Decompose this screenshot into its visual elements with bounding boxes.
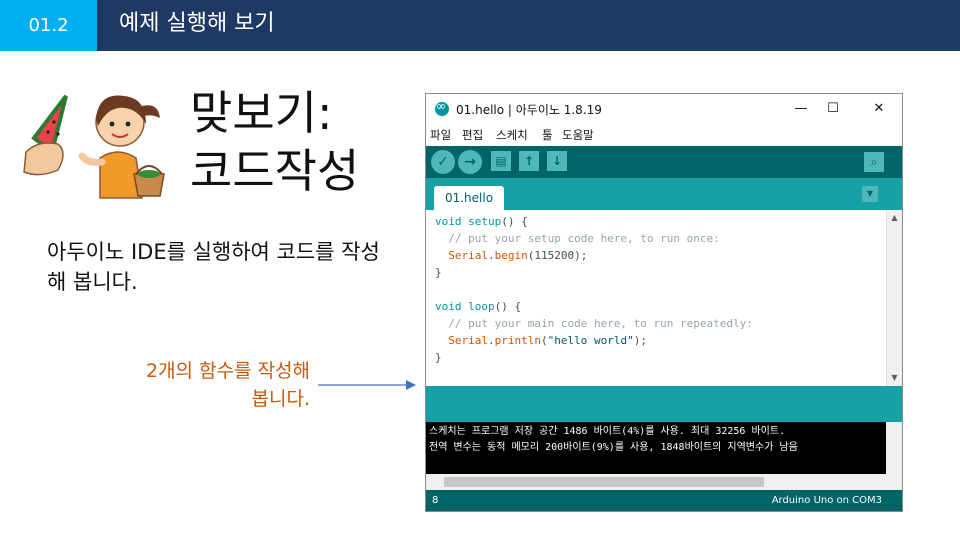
tab-bar: 01.hello ▼ [426, 178, 902, 210]
upload-icon[interactable]: → [458, 150, 482, 174]
girl-watermelon-illustration [23, 94, 165, 199]
console-line: 스케치는 프로그램 저장 공간 1486 바이트(4%)를 사용. 최대 322… [429, 426, 786, 437]
title-bar: 01.hello | 아두이노 1.8.19 — ☐ ✕ [426, 94, 902, 124]
close-button[interactable]: ✕ [864, 98, 894, 120]
code-token: ); [633, 334, 647, 347]
arduino-ide-window: 01.hello | 아두이노 1.8.19 — ☐ ✕ 파일 편집 스케치 툴… [425, 93, 903, 512]
console-horizontal-scrollbar[interactable] [426, 474, 902, 490]
editor-scrollbar[interactable]: ▲ ▼ [886, 210, 902, 386]
minimize-button[interactable]: — [786, 98, 816, 120]
code-token: setup [468, 215, 502, 228]
note-text: 2개의 함수를 작성해 봅니다. [145, 360, 310, 410]
code-token: Serial [448, 249, 488, 262]
line-number: 8 [432, 495, 439, 506]
code-token: } [435, 351, 442, 364]
code-token: void [435, 215, 462, 228]
new-icon[interactable]: ▤ [491, 151, 511, 171]
code-editor[interactable]: void setup() { // put your setup code he… [426, 210, 902, 386]
status-bar: 8 Arduino Uno on COM3 [426, 490, 902, 511]
big-title: 맞보기: 코드작성 [190, 86, 360, 198]
code-comment: // put your main code here, to run repea… [435, 317, 753, 330]
menu-help[interactable]: 도움말 [562, 127, 594, 143]
window-title: 01.hello | 아두이노 1.8.19 [456, 103, 602, 117]
console-line: 전역 변수는 동적 메모리 200바이트(9%)를 사용, 1848바이트의 지… [429, 442, 798, 453]
menu-bar: 파일 편집 스케치 툴 도움말 [426, 124, 902, 146]
code-token: ( [540, 334, 548, 347]
console-output: 스케치는 프로그램 저장 공간 1486 바이트(4%)를 사용. 최대 322… [426, 422, 902, 474]
code-token: loop [468, 300, 495, 313]
slide-title: 예제 실행해 보기 [119, 11, 275, 36]
message-area [426, 386, 902, 422]
menu-tools[interactable]: 툴 [542, 127, 553, 143]
code-text: void setup() { // put your setup code he… [435, 215, 753, 364]
description-text: 아두이노 IDE를 실행하여 코드를 작성해 봅니다. [47, 240, 380, 294]
section-number: 01.2 [0, 0, 97, 51]
maximize-button[interactable]: ☐ [818, 98, 848, 120]
serial-monitor-icon[interactable]: ⌕ [864, 152, 884, 172]
code-token: println [494, 334, 541, 347]
slide-header: 01.2 예제 실행해 보기 [0, 0, 960, 51]
tab-sketch[interactable]: 01.hello [434, 186, 504, 210]
verify-icon[interactable]: ✓ [431, 150, 455, 174]
code-token: void [435, 300, 462, 313]
code-token: begin [494, 249, 528, 262]
board-info: Arduino Uno on COM3 [771, 495, 882, 506]
tab-menu-icon[interactable]: ▼ [862, 186, 878, 202]
arduino-logo-icon [435, 99, 449, 116]
scroll-up-icon[interactable]: ▲ [887, 210, 902, 226]
code-token: () { [494, 300, 522, 313]
code-token: Serial [448, 334, 488, 347]
save-icon[interactable]: ↓ [547, 151, 567, 171]
console-scrollbar[interactable] [886, 422, 902, 474]
menu-edit[interactable]: 편집 [462, 127, 483, 143]
menu-file[interactable]: 파일 [430, 127, 451, 143]
open-icon[interactable]: ↑ [519, 151, 539, 171]
code-string: "hello world" [547, 334, 634, 347]
code-comment: // put your setup code here, to run once… [435, 232, 720, 245]
scroll-thumb[interactable] [444, 477, 764, 487]
menu-sketch[interactable]: 스케치 [496, 127, 528, 143]
code-token: } [435, 266, 442, 279]
code-token: (115200); [527, 249, 588, 262]
toolbar: ✓ → ▤ ↑ ↓ ⌕ [426, 146, 902, 178]
arrow-right-icon [318, 380, 416, 390]
code-token: () { [501, 215, 528, 228]
scroll-down-icon[interactable]: ▼ [887, 370, 902, 386]
